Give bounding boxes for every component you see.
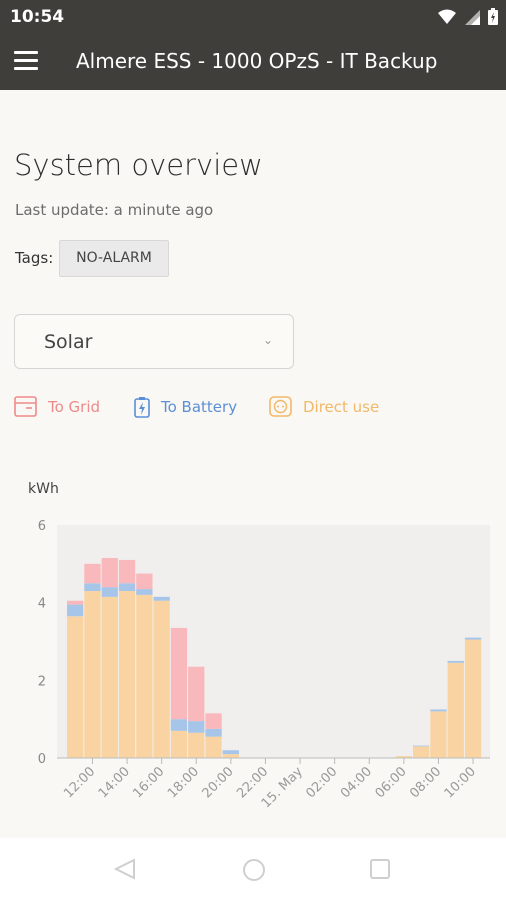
last-update-text: Last update: a minute ago xyxy=(15,201,214,219)
bar-segment xyxy=(67,604,84,617)
y-tick-label: 6 xyxy=(38,519,46,534)
wifi-icon xyxy=(438,9,456,24)
x-tick-label: 08:00 xyxy=(407,764,444,801)
legend-to-grid[interactable]: To Grid xyxy=(14,396,100,417)
bar-segment xyxy=(188,721,205,733)
bar-segment xyxy=(222,750,239,755)
tag-no-alarm[interactable]: NO-ALARM xyxy=(59,240,169,277)
bar-segment xyxy=(430,711,447,758)
bar-segment xyxy=(170,627,188,720)
legend-to-grid-label: To Grid xyxy=(48,397,101,416)
bar-segment xyxy=(413,745,430,747)
signal-icon xyxy=(465,9,480,25)
x-tick-label: 20:00 xyxy=(200,764,237,801)
y-tick-label: 4 xyxy=(38,597,46,612)
status-bar: 10:54 xyxy=(0,0,506,34)
bar-segment xyxy=(430,709,447,712)
bar-segment xyxy=(153,600,170,758)
back-icon[interactable] xyxy=(112,858,138,880)
bar-segment xyxy=(447,660,464,663)
socket-icon xyxy=(269,396,292,417)
bar-segment xyxy=(170,719,188,731)
battery-status-icon xyxy=(488,8,498,25)
bar-segment xyxy=(153,596,170,601)
bar-segment xyxy=(118,583,136,592)
bar-segment xyxy=(413,746,430,758)
bar-segment xyxy=(84,563,101,584)
bar-segment xyxy=(101,558,118,588)
y-axis-label: kWh xyxy=(28,481,59,497)
bar-segment xyxy=(447,662,464,758)
bar-segment xyxy=(118,559,136,584)
x-tick-label: 14:00 xyxy=(96,764,133,801)
bar-segment xyxy=(101,587,118,597)
status-time: 10:54 xyxy=(10,7,65,27)
chevron-down-icon: ⌄ xyxy=(262,333,273,347)
y-tick-label: 2 xyxy=(38,674,46,689)
bar-segment xyxy=(188,666,205,722)
y-tick-label: 0 xyxy=(38,752,46,767)
bar-segment xyxy=(222,754,239,758)
x-tick-label: 10:00 xyxy=(442,764,479,801)
installation-title: Almere ESS - 1000 OPzS - IT Backup xyxy=(76,49,438,73)
bar-segment xyxy=(464,639,482,758)
grid-icon xyxy=(14,396,37,417)
solar-energy-chart: 024612:0014:0016:0018:0020:0022:0015. Ma… xyxy=(38,519,490,811)
bar-segment xyxy=(170,730,188,758)
x-tick-label: 02:00 xyxy=(303,764,340,801)
bar-segment xyxy=(101,596,118,758)
bar-segment xyxy=(205,736,222,758)
bar-segment xyxy=(205,713,222,729)
bar-segment xyxy=(136,594,153,758)
bar-segment xyxy=(205,728,222,737)
bar-segment xyxy=(188,732,205,758)
x-tick-label: 06:00 xyxy=(373,764,410,801)
chart-legend: To Grid To Battery Direct use xyxy=(0,396,506,420)
menu-icon[interactable] xyxy=(14,51,38,71)
bar-segment xyxy=(136,589,153,595)
source-select-value: Solar xyxy=(44,331,93,353)
page-title: System overview xyxy=(14,148,263,182)
battery-icon xyxy=(134,397,150,418)
bar-segment xyxy=(84,583,101,592)
x-tick-label: 12:00 xyxy=(61,764,98,801)
legend-direct-use[interactable]: Direct use xyxy=(269,396,379,417)
bar-segment xyxy=(67,616,84,758)
bar-segment xyxy=(84,591,101,758)
x-tick-label: 04:00 xyxy=(338,764,375,801)
bar-segment xyxy=(464,637,482,640)
system-nav-bar xyxy=(0,838,506,900)
bar-segment xyxy=(67,600,84,605)
bar-segment xyxy=(136,573,153,590)
source-select[interactable]: Solar ⌄ xyxy=(14,314,294,369)
home-icon[interactable] xyxy=(242,858,266,882)
legend-to-battery-label: To Battery xyxy=(161,398,238,416)
bar-segment xyxy=(118,591,136,758)
status-icons xyxy=(438,8,498,25)
recents-icon[interactable] xyxy=(369,858,391,880)
x-tick-label: 16:00 xyxy=(130,764,167,801)
legend-direct-use-label: Direct use xyxy=(303,397,380,416)
x-tick-label: 18:00 xyxy=(165,764,202,801)
legend-to-battery[interactable]: To Battery xyxy=(134,396,237,418)
tags-label: Tags: xyxy=(15,249,54,267)
app-bar: Almere ESS - 1000 OPzS - IT Backup xyxy=(0,34,506,90)
